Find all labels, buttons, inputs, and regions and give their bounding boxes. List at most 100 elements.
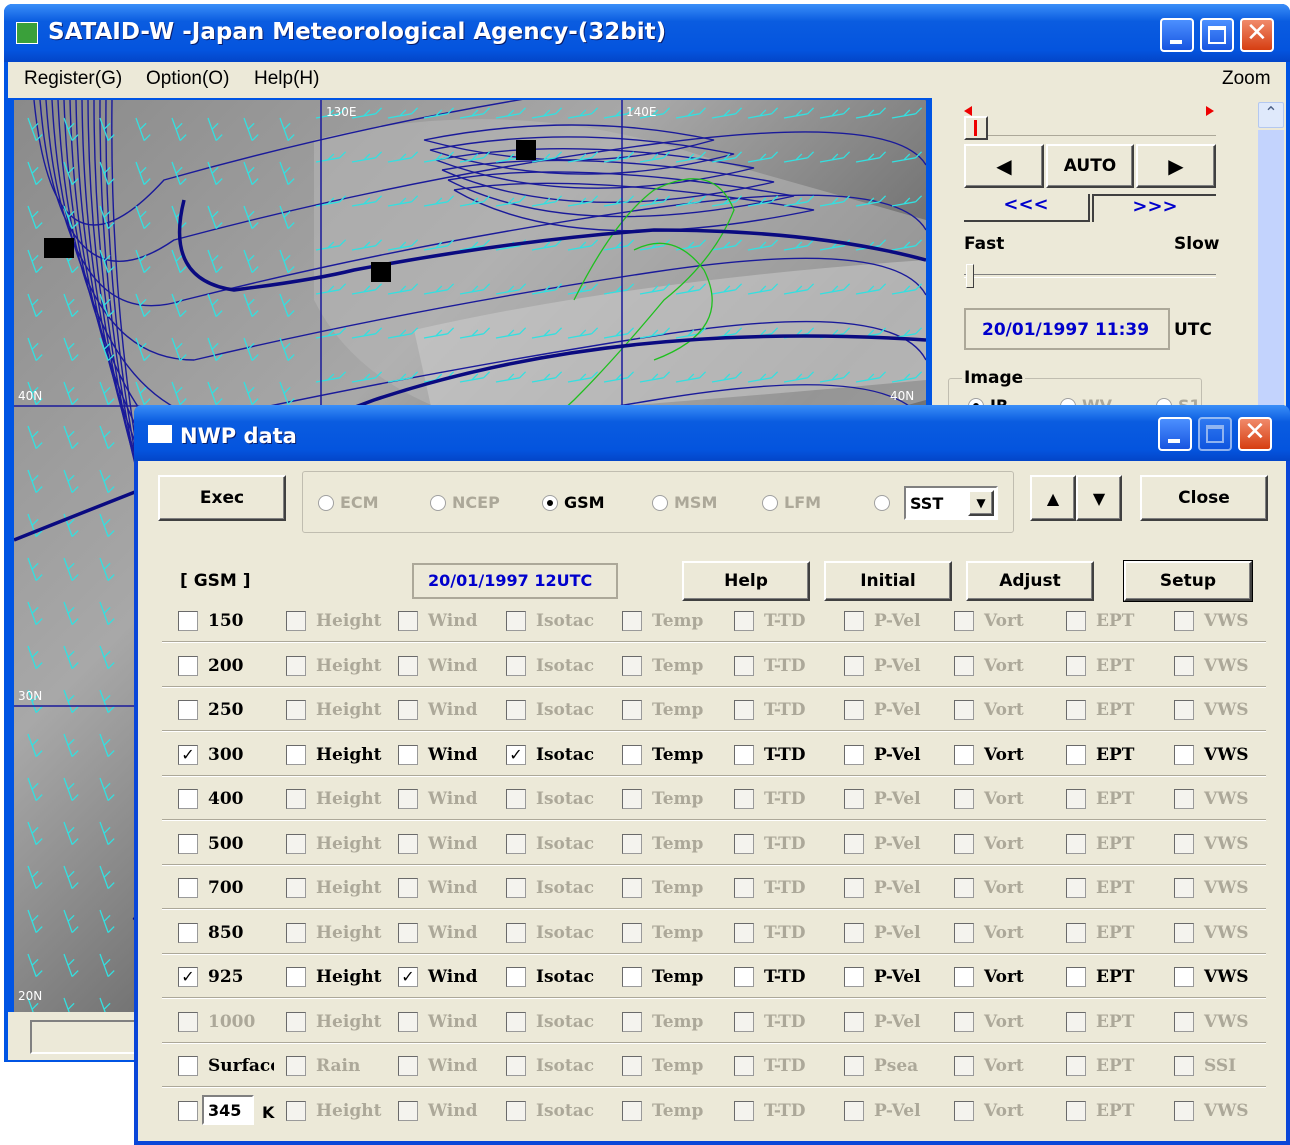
level-checkbox-theta[interactable] xyxy=(178,1101,198,1121)
field-checkbox-isotac[interactable] xyxy=(506,1012,526,1032)
field-checkbox-t-td[interactable] xyxy=(734,700,754,720)
field-checkbox-t-td[interactable] xyxy=(734,923,754,943)
theta-input[interactable]: 345 xyxy=(202,1095,254,1125)
field-checkbox-ept[interactable] xyxy=(1066,967,1086,987)
main-title-bar[interactable]: SATAID-W -Japan Meteorological Agency-(3… xyxy=(4,4,1290,62)
field-checkbox-ssi[interactable] xyxy=(1174,1056,1194,1076)
field-checkbox-rain[interactable] xyxy=(286,1056,306,1076)
field-checkbox-vort[interactable] xyxy=(954,834,974,854)
field-checkbox-ept[interactable] xyxy=(1066,923,1086,943)
level-checkbox-400[interactable] xyxy=(178,789,198,809)
field-checkbox-ept[interactable] xyxy=(1066,1012,1086,1032)
field-checkbox-vws[interactable] xyxy=(1174,611,1194,631)
field-checkbox-t-td[interactable] xyxy=(734,656,754,676)
field-checkbox-isotac[interactable] xyxy=(506,923,526,943)
field-checkbox-vws[interactable] xyxy=(1174,789,1194,809)
field-checkbox-wind[interactable] xyxy=(398,1012,418,1032)
field-checkbox-ept[interactable] xyxy=(1066,1056,1086,1076)
field-checkbox-vws[interactable] xyxy=(1174,923,1194,943)
sst-select[interactable]: SST ▼ xyxy=(904,486,998,520)
field-checkbox-t-td[interactable] xyxy=(734,967,754,987)
field-checkbox-p-vel[interactable] xyxy=(844,1101,864,1121)
field-checkbox-ept[interactable] xyxy=(1066,878,1086,898)
field-checkbox-wind[interactable] xyxy=(398,656,418,676)
menu-help[interactable]: Help(H) xyxy=(254,68,319,90)
field-checkbox-height[interactable] xyxy=(286,700,306,720)
field-checkbox-ept[interactable] xyxy=(1066,656,1086,676)
field-checkbox-isotac[interactable]: ✓ xyxy=(506,745,526,765)
range-thumb[interactable] xyxy=(964,116,988,140)
field-checkbox-t-td[interactable] xyxy=(734,1056,754,1076)
model-radio-msm[interactable] xyxy=(652,495,668,511)
field-checkbox-vort[interactable] xyxy=(954,1056,974,1076)
field-checkbox-ept[interactable] xyxy=(1066,611,1086,631)
level-checkbox-700[interactable] xyxy=(178,878,198,898)
field-checkbox-temp[interactable] xyxy=(622,611,642,631)
field-checkbox-vws[interactable] xyxy=(1174,1101,1194,1121)
field-checkbox-p-vel[interactable] xyxy=(844,923,864,943)
field-checkbox-ept[interactable] xyxy=(1066,1101,1086,1121)
field-checkbox-vort[interactable] xyxy=(954,611,974,631)
time-range-slider[interactable] xyxy=(964,106,1216,140)
field-checkbox-height[interactable] xyxy=(286,745,306,765)
field-checkbox-isotac[interactable] xyxy=(506,834,526,854)
nwp-title-bar[interactable]: NWP data ✕ xyxy=(134,405,1290,461)
field-checkbox-p-vel[interactable] xyxy=(844,700,864,720)
close-button[interactable]: ✕ xyxy=(1240,18,1274,52)
field-checkbox-t-td[interactable] xyxy=(734,611,754,631)
model-radio-gsm[interactable] xyxy=(542,495,558,511)
field-checkbox-isotac[interactable] xyxy=(506,878,526,898)
field-checkbox-temp[interactable] xyxy=(622,967,642,987)
field-checkbox-height[interactable] xyxy=(286,1012,306,1032)
field-checkbox-vort[interactable] xyxy=(954,656,974,676)
field-checkbox-vws[interactable] xyxy=(1174,745,1194,765)
field-checkbox-vort[interactable] xyxy=(954,789,974,809)
field-checkbox-height[interactable] xyxy=(286,834,306,854)
field-checkbox-vws[interactable] xyxy=(1174,834,1194,854)
level-checkbox-250[interactable] xyxy=(178,700,198,720)
field-checkbox-p-vel[interactable] xyxy=(844,656,864,676)
setup-button[interactable]: Setup xyxy=(1123,560,1253,602)
level-checkbox-850[interactable] xyxy=(178,923,198,943)
nwp-maximize-button[interactable] xyxy=(1198,417,1232,451)
field-checkbox-t-td[interactable] xyxy=(734,789,754,809)
menu-register[interactable]: Register(G) xyxy=(24,68,122,90)
field-checkbox-wind[interactable] xyxy=(398,1056,418,1076)
field-checkbox-temp[interactable] xyxy=(622,834,642,854)
model-radio-lfm[interactable] xyxy=(762,495,778,511)
menu-option[interactable]: Option(O) xyxy=(146,68,229,90)
level-checkbox-925[interactable]: ✓ xyxy=(178,967,198,987)
field-checkbox-t-td[interactable] xyxy=(734,878,754,898)
field-checkbox-temp[interactable] xyxy=(622,656,642,676)
field-checkbox-temp[interactable] xyxy=(622,1012,642,1032)
scroll-up-button[interactable]: ⌃ xyxy=(1258,102,1284,128)
field-checkbox-wind[interactable] xyxy=(398,923,418,943)
model-radio-ecm[interactable] xyxy=(318,495,334,511)
field-checkbox-vort[interactable] xyxy=(954,1012,974,1032)
field-checkbox-temp[interactable] xyxy=(622,878,642,898)
nwp-minimize-button[interactable] xyxy=(1158,417,1192,451)
field-checkbox-isotac[interactable] xyxy=(506,967,526,987)
speed-slider[interactable] xyxy=(964,274,1216,278)
field-checkbox-height[interactable] xyxy=(286,656,306,676)
field-checkbox-p-vel[interactable] xyxy=(844,611,864,631)
field-checkbox-temp[interactable] xyxy=(622,700,642,720)
auto-button[interactable]: AUTO xyxy=(1046,144,1134,188)
field-checkbox-ept[interactable] xyxy=(1066,745,1086,765)
field-checkbox-isotac[interactable] xyxy=(506,611,526,631)
field-checkbox-psea[interactable] xyxy=(844,1056,864,1076)
field-checkbox-wind[interactable] xyxy=(398,700,418,720)
level-up-button[interactable]: ▲ xyxy=(1030,475,1076,521)
chevron-down-icon[interactable]: ▼ xyxy=(968,490,994,516)
field-checkbox-vws[interactable] xyxy=(1174,656,1194,676)
field-checkbox-height[interactable] xyxy=(286,967,306,987)
dialog-close-button[interactable]: Close xyxy=(1140,475,1268,521)
field-checkbox-isotac[interactable] xyxy=(506,789,526,809)
field-checkbox-height[interactable] xyxy=(286,878,306,898)
level-down-button[interactable]: ▼ xyxy=(1076,475,1122,521)
level-checkbox-Surface[interactable] xyxy=(178,1056,198,1076)
field-checkbox-wind[interactable] xyxy=(398,745,418,765)
forward-tab[interactable]: >>> xyxy=(1092,194,1216,222)
field-checkbox-ept[interactable] xyxy=(1066,834,1086,854)
field-checkbox-p-vel[interactable] xyxy=(844,967,864,987)
